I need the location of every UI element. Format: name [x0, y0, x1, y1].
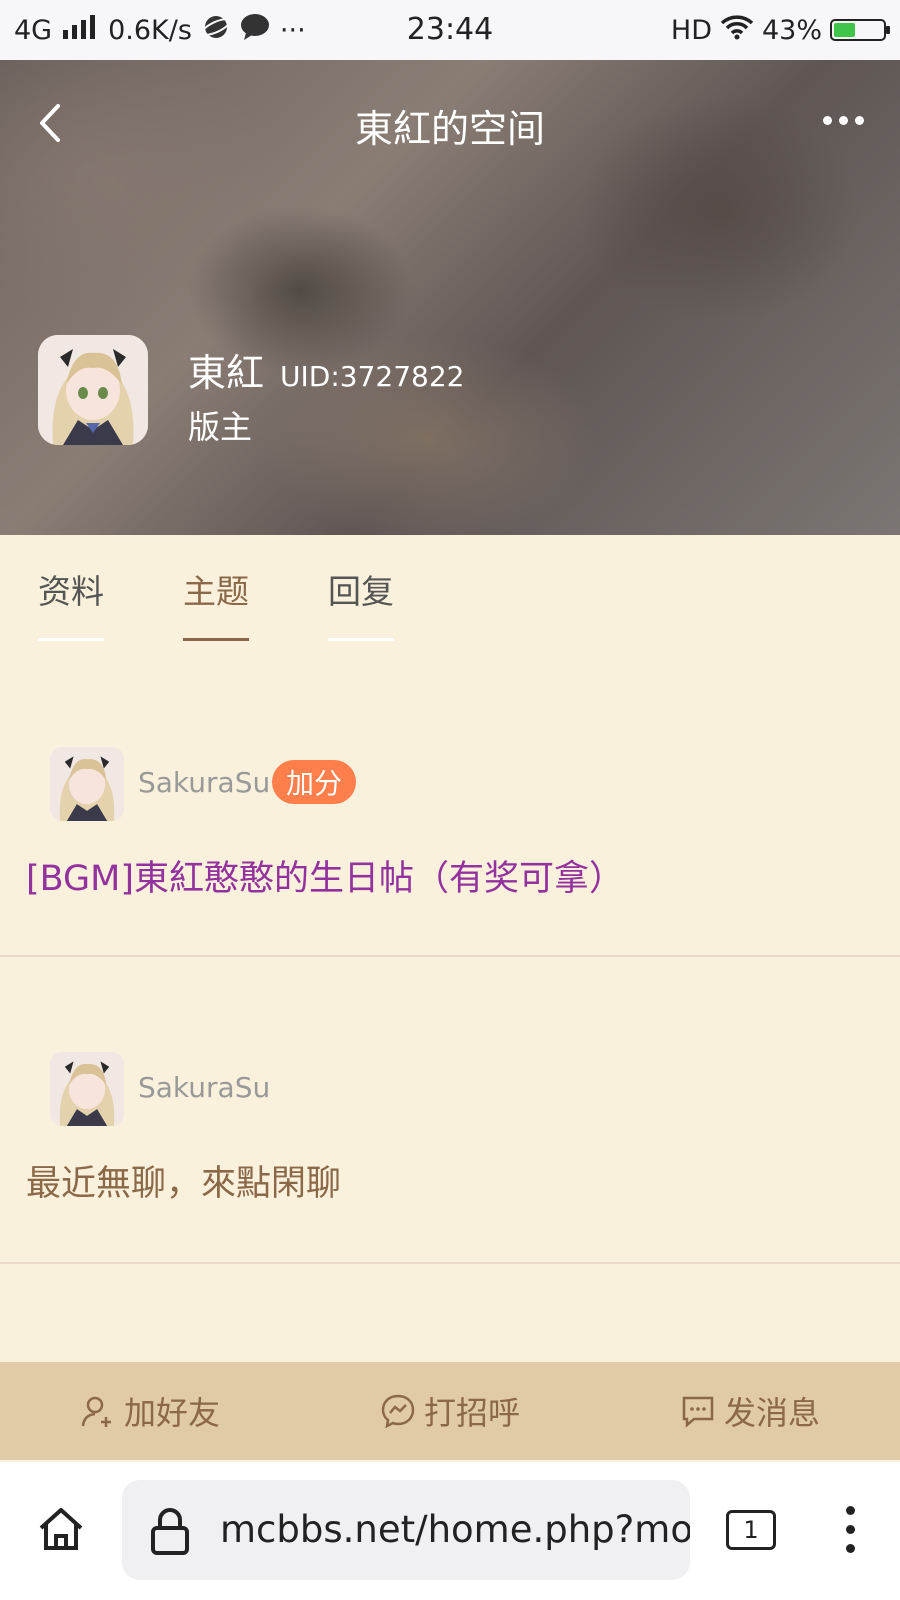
dot-icon [823, 116, 832, 125]
post-title[interactable]: [BGM]東紅憨憨的生日帖（有奖可拿） [26, 850, 624, 901]
address-bar[interactable]: mcbbs.net/home.php?mod=space [122, 1480, 690, 1580]
post-title[interactable]: 最近無聊，來點閑聊 [26, 1155, 341, 1206]
battery-fill [834, 23, 855, 37]
status-bar: 4G 0.6K/s ··· 23:44 HD 43% [0, 0, 900, 60]
profile-header: 東紅的空间 東紅 UID:3727822 版主 [0, 60, 900, 535]
battery-icon [830, 19, 890, 41]
planet-icon [201, 13, 231, 48]
author-avatar[interactable] [50, 1052, 124, 1126]
messenger-icon [381, 1394, 415, 1429]
tab-replies[interactable]: 回复 [328, 565, 394, 641]
list-item[interactable]: SakuraSu 最近無聊，來點閑聊 [0, 957, 900, 1264]
dot-icon [855, 116, 864, 125]
tab-underline [328, 638, 394, 641]
wifi-icon [720, 14, 754, 47]
dot-icon [846, 1525, 855, 1534]
tab-label: 资料 [38, 572, 104, 611]
greet-label: 打招呼 [423, 1394, 520, 1432]
signal-icon [62, 14, 98, 46]
more-status-icon: ··· [279, 14, 306, 46]
home-button[interactable] [36, 1504, 86, 1554]
status-left: 4G 0.6K/s ··· [14, 0, 306, 60]
chat-icon [240, 13, 270, 48]
anime-avatar-image [50, 1052, 124, 1126]
profile-action-bar: 加好友 打招呼 发消息 [0, 1362, 900, 1460]
dot-icon [846, 1544, 855, 1553]
add-friend-button[interactable]: 加好友 [80, 1388, 220, 1434]
more-options-button[interactable] [823, 116, 864, 125]
tab-info[interactable]: 资料 [38, 565, 104, 641]
add-user-icon [81, 1396, 111, 1427]
send-message-label: 发消息 [723, 1394, 820, 1432]
lock-icon [148, 1506, 192, 1556]
tab-underline [183, 638, 249, 641]
browser-menu-button[interactable] [846, 1506, 855, 1553]
profile-name-row: 東紅 UID:3727822 [188, 342, 464, 397]
profile-avatar[interactable] [38, 335, 148, 445]
profile-uid: UID:3727822 [280, 360, 465, 393]
url-text: mcbbs.net/home.php?mod=space [220, 1508, 690, 1551]
dot-icon [846, 1506, 855, 1515]
message-icon [682, 1396, 714, 1428]
post-author[interactable]: SakuraSu [138, 1071, 270, 1104]
battery-percent: 43% [761, 14, 822, 46]
author-avatar[interactable] [50, 747, 124, 821]
browser-toolbar: mcbbs.net/home.php?mod=space 1 [0, 1462, 900, 1600]
list-item[interactable]: SakuraSu 加分 [BGM]東紅憨憨的生日帖（有奖可拿） [0, 690, 900, 957]
net-speed: 0.6K/s [108, 14, 192, 46]
tab-label: 回复 [328, 572, 394, 611]
tab-topics[interactable]: 主题 [183, 565, 249, 641]
hd-label: HD [670, 14, 712, 46]
network-label: 4G [14, 14, 53, 46]
anime-avatar-image [38, 335, 148, 445]
add-friend-label: 加好友 [123, 1394, 220, 1432]
tab-underline [38, 638, 104, 641]
send-message-button[interactable]: 发消息 [680, 1388, 820, 1434]
tab-label: 主题 [183, 572, 249, 611]
profile-name: 東紅 [188, 351, 265, 395]
status-right: HD 43% [670, 0, 890, 60]
dot-icon [839, 116, 848, 125]
tabs-button[interactable]: 1 [726, 1510, 776, 1550]
profile-tabs: 资料 主题 回复 [0, 535, 900, 645]
page-title: 東紅的空间 [354, 107, 545, 151]
post-author[interactable]: SakuraSu [138, 766, 270, 799]
score-badge: 加分 [272, 760, 357, 804]
greet-button[interactable]: 打招呼 [380, 1388, 520, 1434]
home-icon [39, 1508, 83, 1550]
profile-role: 版主 [188, 408, 253, 446]
anime-avatar-image [50, 747, 124, 821]
